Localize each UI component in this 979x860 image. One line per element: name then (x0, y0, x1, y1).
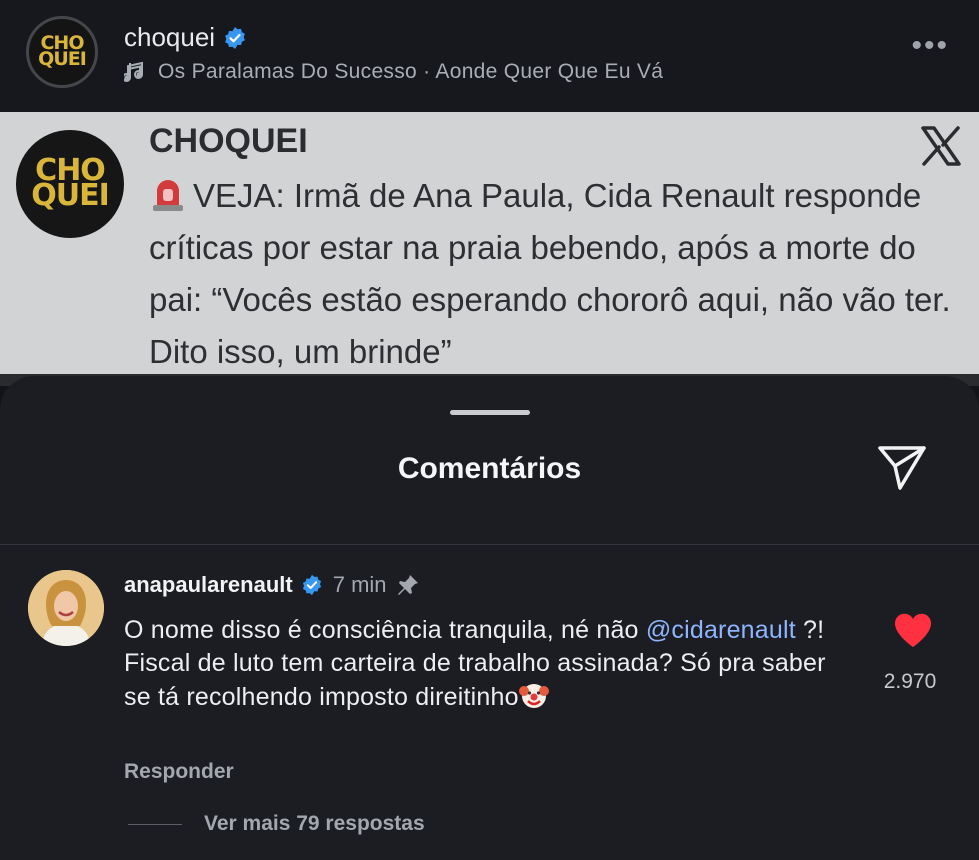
music-row[interactable]: Os Paralamas Do Sucesso · Aonde Quer Que… (124, 60, 663, 84)
view-more-replies-label: Ver mais 79 respostas (204, 812, 425, 835)
comment-time: 7 min (332, 572, 387, 597)
x-logo-icon (921, 126, 961, 166)
post-username-row: choquei (124, 22, 247, 53)
choquei-avatar[interactable]: CHO QUEI (26, 16, 98, 88)
comment-text: O nome disso é consciência tranquila, né… (124, 616, 826, 711)
music-note-icon (124, 61, 143, 82)
sheet-grabber[interactable] (450, 410, 530, 415)
comments-sheet: Comentários anapaularenault 7 min O nome… (0, 376, 979, 860)
send-icon[interactable] (875, 440, 929, 494)
clown-emoji-icon (518, 684, 549, 708)
comment-username[interactable]: anapaularenault (124, 572, 293, 598)
sheet-divider (0, 544, 979, 545)
post-header: CHO QUEI choquei Os Paralamas Do Sucesso … (0, 0, 979, 112)
verified-badge-icon (302, 574, 321, 596)
avatar-photo (28, 570, 104, 646)
replies-divider-line (128, 823, 182, 825)
tweet-avatar: CHO QUEI (16, 130, 124, 238)
comment-header: anapaularenault 7 min (124, 572, 421, 598)
tweet-logo: CHO QUEI (31, 153, 110, 213)
tweet-author-name: CHOQUEI (149, 122, 308, 160)
verified-badge-icon (225, 26, 245, 49)
reply-button[interactable]: Responder (124, 760, 234, 784)
commenter-avatar[interactable] (28, 570, 104, 646)
siren-emoji-icon (153, 180, 183, 211)
pin-icon (397, 575, 418, 595)
like-count: 2.970 (883, 670, 937, 693)
music-label: Os Paralamas Do Sucesso · Aonde Quer Que… (158, 60, 664, 83)
more-dots-icon[interactable]: ••• (911, 31, 949, 61)
post-username[interactable]: choquei (124, 22, 215, 53)
mention-link[interactable]: @cidarenault (646, 616, 796, 644)
heart-icon[interactable] (893, 612, 933, 648)
view-more-replies[interactable]: Ver mais 79 respostas (128, 812, 425, 836)
tweet-text: VEJA: Irmã de Ana Paula, Cida Renault re… (149, 177, 951, 370)
choquei-logo: CHO QUEI (38, 32, 87, 70)
sheet-title: Comentários (397, 452, 582, 485)
